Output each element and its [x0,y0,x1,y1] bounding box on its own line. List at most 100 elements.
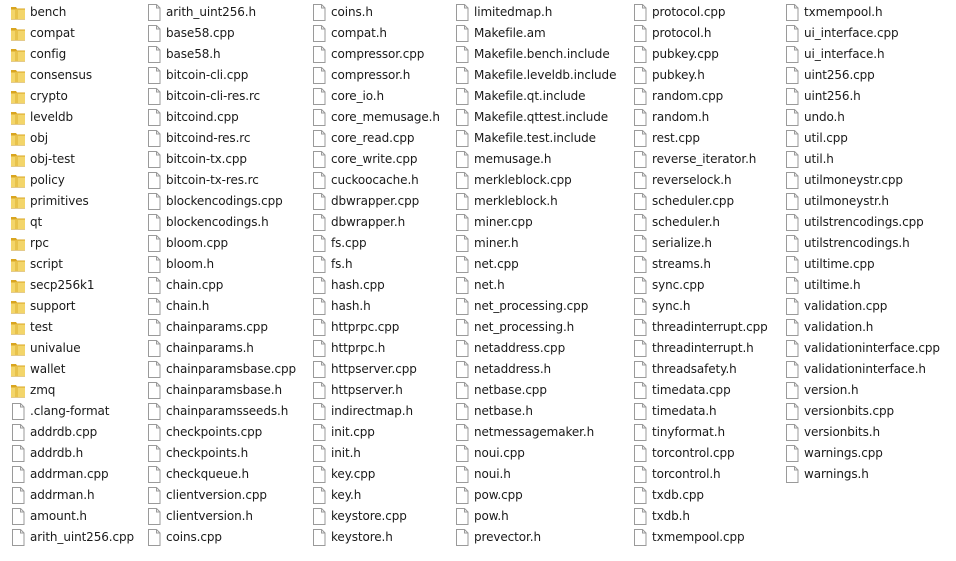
file-item[interactable]: key.cpp [311,464,440,485]
file-item[interactable]: base58.h [146,44,296,65]
file-item[interactable]: hash.cpp [311,275,440,296]
folder-item[interactable]: qt [10,212,134,233]
file-item[interactable]: timedata.cpp [632,380,768,401]
file-item[interactable]: utilmoneystr.h [784,191,940,212]
file-item[interactable]: version.h [784,380,940,401]
folder-item[interactable]: zmq [10,380,134,401]
folder-item[interactable]: support [10,296,134,317]
file-item[interactable]: fs.h [311,254,440,275]
file-item[interactable]: netbase.h [454,401,616,422]
file-item[interactable]: validation.cpp [784,296,940,317]
file-item[interactable]: timedata.h [632,401,768,422]
file-item[interactable]: reverse_iterator.h [632,149,768,170]
file-item[interactable]: fs.cpp [311,233,440,254]
file-item[interactable]: dbwrapper.cpp [311,191,440,212]
file-item[interactable]: validationinterface.cpp [784,338,940,359]
file-item[interactable]: compat.h [311,23,440,44]
file-item[interactable]: ui_interface.cpp [784,23,940,44]
file-item[interactable]: versionbits.h [784,422,940,443]
file-item[interactable]: miner.cpp [454,212,616,233]
file-item[interactable]: Makefile.am [454,23,616,44]
file-item[interactable]: addrdb.h [10,443,134,464]
file-item[interactable]: netbase.cpp [454,380,616,401]
file-item[interactable]: utilmoneystr.cpp [784,170,940,191]
file-item[interactable]: net.cpp [454,254,616,275]
folder-item[interactable]: leveldb [10,107,134,128]
file-item[interactable]: compressor.h [311,65,440,86]
folder-item[interactable]: script [10,254,134,275]
file-item[interactable]: blockencodings.cpp [146,191,296,212]
file-item[interactable]: util.cpp [784,128,940,149]
file-item[interactable]: utiltime.h [784,275,940,296]
file-list-view[interactable]: bench compat config consensus crypto leveldb o… [0,0,956,561]
file-item[interactable]: bitcoin-tx.cpp [146,149,296,170]
file-item[interactable]: uint256.cpp [784,65,940,86]
file-item[interactable]: hash.h [311,296,440,317]
file-item[interactable]: amount.h [10,506,134,527]
file-item[interactable]: bloom.cpp [146,233,296,254]
file-item[interactable]: cuckoocache.h [311,170,440,191]
file-item[interactable]: net_processing.cpp [454,296,616,317]
file-item[interactable]: versionbits.cpp [784,401,940,422]
file-item[interactable]: streams.h [632,254,768,275]
file-item[interactable]: httprpc.h [311,338,440,359]
file-item[interactable]: checkqueue.h [146,464,296,485]
file-item[interactable]: prevector.h [454,527,616,548]
file-item[interactable]: pow.h [454,506,616,527]
file-item[interactable]: serialize.h [632,233,768,254]
file-item[interactable]: .clang-format [10,401,134,422]
file-item[interactable]: chainparamsseeds.h [146,401,296,422]
file-item[interactable]: checkpoints.h [146,443,296,464]
file-item[interactable]: torcontrol.h [632,464,768,485]
file-item[interactable]: utilstrencodings.cpp [784,212,940,233]
folder-item[interactable]: primitives [10,191,134,212]
file-item[interactable]: bitcoin-cli.cpp [146,65,296,86]
file-item[interactable]: addrman.cpp [10,464,134,485]
file-item[interactable]: ui_interface.h [784,44,940,65]
folder-item[interactable]: obj-test [10,149,134,170]
file-item[interactable]: httprpc.cpp [311,317,440,338]
file-item[interactable]: init.h [311,443,440,464]
file-item[interactable]: bitcoin-tx-res.rc [146,170,296,191]
file-item[interactable]: Makefile.bench.include [454,44,616,65]
file-item[interactable]: core_write.cpp [311,149,440,170]
file-item[interactable]: txdb.h [632,506,768,527]
file-item[interactable]: random.cpp [632,86,768,107]
file-item[interactable]: warnings.cpp [784,443,940,464]
file-item[interactable]: keystore.cpp [311,506,440,527]
file-item[interactable]: arith_uint256.cpp [10,527,134,548]
folder-item[interactable]: obj [10,128,134,149]
file-item[interactable]: noui.cpp [454,443,616,464]
file-item[interactable]: bloom.h [146,254,296,275]
file-item[interactable]: netaddress.cpp [454,338,616,359]
file-item[interactable]: threadinterrupt.cpp [632,317,768,338]
folder-item[interactable]: bench [10,2,134,23]
file-item[interactable]: utilstrencodings.h [784,233,940,254]
file-item[interactable]: blockencodings.h [146,212,296,233]
file-item[interactable]: scheduler.cpp [632,191,768,212]
file-item[interactable]: httpserver.cpp [311,359,440,380]
file-item[interactable]: bitcoind-res.rc [146,128,296,149]
file-item[interactable]: noui.h [454,464,616,485]
file-item[interactable]: merkleblock.cpp [454,170,616,191]
file-item[interactable]: Makefile.qttest.include [454,107,616,128]
file-item[interactable]: base58.cpp [146,23,296,44]
file-item[interactable]: keystore.h [311,527,440,548]
file-item[interactable]: netaddress.h [454,359,616,380]
file-item[interactable]: net_processing.h [454,317,616,338]
file-item[interactable]: pubkey.h [632,65,768,86]
file-item[interactable]: checkpoints.cpp [146,422,296,443]
file-item[interactable]: net.h [454,275,616,296]
file-item[interactable]: chainparams.h [146,338,296,359]
folder-item[interactable]: config [10,44,134,65]
file-item[interactable]: limitedmap.h [454,2,616,23]
file-item[interactable]: protocol.cpp [632,2,768,23]
file-item[interactable]: init.cpp [311,422,440,443]
file-item[interactable]: httpserver.h [311,380,440,401]
file-item[interactable]: torcontrol.cpp [632,443,768,464]
file-item[interactable]: Makefile.qt.include [454,86,616,107]
file-item[interactable]: coins.h [311,2,440,23]
file-item[interactable]: memusage.h [454,149,616,170]
file-item[interactable]: key.h [311,485,440,506]
folder-item[interactable]: univalue [10,338,134,359]
